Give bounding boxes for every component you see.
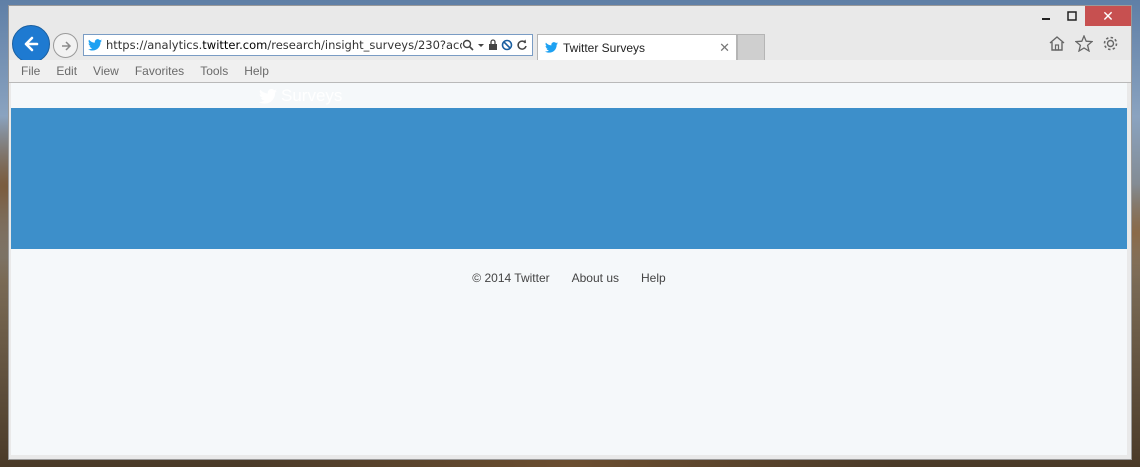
- menu-view[interactable]: View: [93, 64, 119, 78]
- footer-copyright: © 2014 Twitter: [472, 271, 550, 285]
- minimize-icon: [1042, 18, 1050, 20]
- menu-file[interactable]: File: [21, 64, 40, 78]
- address-icons: [462, 39, 532, 51]
- forward-arrow-icon: [61, 40, 71, 51]
- lock-icon[interactable]: [488, 39, 498, 51]
- back-button[interactable]: [12, 25, 50, 63]
- tab-close-icon[interactable]: ✕: [719, 40, 730, 56]
- close-icon: ✕: [1102, 7, 1114, 24]
- twitter-bird-icon: [88, 39, 102, 51]
- menu-bar: File Edit View Favorites Tools Help: [9, 60, 1131, 83]
- url-prefix: https://analytics.: [106, 38, 203, 52]
- search-icon[interactable]: [462, 39, 474, 51]
- maximize-button[interactable]: [1059, 6, 1085, 26]
- footer: © 2014 Twitter About us Help: [11, 271, 1127, 285]
- toolbar-right-icons: [1048, 35, 1119, 52]
- footer-about-link[interactable]: About us: [572, 271, 619, 285]
- browser-window: ✕ https://analytics.twitter.com/research…: [8, 5, 1132, 460]
- home-icon[interactable]: [1048, 35, 1066, 51]
- page-content: Surveys © 2014 Twitter About us Help: [11, 83, 1127, 455]
- menu-edit[interactable]: Edit: [56, 64, 77, 78]
- url-path: /research/insight_surveys/230?acco: [267, 38, 462, 52]
- refresh-icon[interactable]: [516, 39, 528, 51]
- block-icon[interactable]: [501, 39, 513, 51]
- twitter-bird-icon: [259, 88, 277, 104]
- forward-button[interactable]: [53, 33, 78, 58]
- brand-label: Surveys: [281, 86, 343, 105]
- surveys-brand[interactable]: Surveys: [259, 86, 342, 106]
- address-bar[interactable]: https://analytics.twitter.com/research/i…: [83, 34, 533, 56]
- favorites-star-icon[interactable]: [1075, 35, 1093, 52]
- gear-icon[interactable]: [1102, 35, 1119, 52]
- maximize-icon: [1067, 11, 1077, 21]
- url-text[interactable]: https://analytics.twitter.com/research/i…: [106, 38, 462, 52]
- tab-title: Twitter Surveys: [563, 40, 646, 55]
- dropdown-icon[interactable]: [477, 39, 485, 51]
- footer-help-link[interactable]: Help: [641, 271, 666, 285]
- twitter-bird-icon: [545, 42, 558, 53]
- menu-help[interactable]: Help: [244, 64, 269, 78]
- menu-tools[interactable]: Tools: [200, 64, 228, 78]
- window-controls: ✕: [1033, 6, 1131, 26]
- close-window-button[interactable]: ✕: [1085, 6, 1131, 26]
- tab-twitter-surveys[interactable]: Twitter Surveys ✕: [537, 34, 737, 60]
- hero-banner: [11, 108, 1127, 249]
- back-arrow-icon: [24, 36, 39, 52]
- menu-favorites[interactable]: Favorites: [135, 64, 184, 78]
- minimize-button[interactable]: [1033, 6, 1059, 26]
- new-tab-button[interactable]: [737, 34, 765, 60]
- url-domain: twitter.com: [202, 38, 268, 52]
